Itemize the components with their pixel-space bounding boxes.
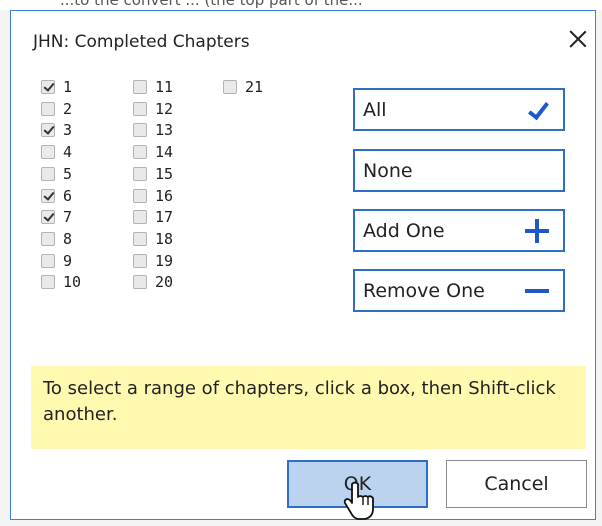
chapter-label: 7	[63, 208, 73, 227]
plus-icon	[525, 218, 549, 243]
add-one-button[interactable]: Add One	[353, 209, 565, 252]
chapter-label: 18	[155, 229, 174, 248]
chapter-label: 3	[63, 121, 73, 140]
checkbox-box[interactable]	[41, 275, 55, 290]
chapter-label: 8	[63, 229, 73, 248]
chapter-checkbox-3[interactable]: 3	[41, 120, 72, 140]
checkbox-box[interactable]	[133, 80, 147, 94]
chapter-checkbox-18[interactable]: 18	[133, 229, 173, 249]
cancel-button[interactable]: Cancel	[446, 460, 587, 508]
background-text: ...to the convert ... (the top part of t…	[60, 0, 363, 9]
all-button[interactable]: All	[353, 88, 565, 131]
checkbox-box[interactable]	[133, 123, 147, 138]
chapter-label: 4	[63, 143, 73, 162]
chapter-checkbox-11[interactable]: 11	[133, 77, 173, 97]
checkbox-box[interactable]	[133, 275, 147, 290]
chapter-checkbox-10[interactable]: 10	[41, 272, 81, 292]
minus-icon	[525, 288, 549, 293]
chapter-label: 5	[63, 164, 73, 183]
background-window-strip: ...to the convert ... (the top part of t…	[0, 0, 602, 10]
all-button-label: All	[363, 98, 387, 121]
completed-chapters-dialog: JHN: Completed Chapters 1 2 3 4 5 6 7 8 9 10 11 12 1…	[10, 10, 596, 520]
chapter-checkbox-16[interactable]: 16	[133, 186, 173, 206]
hand-pointer-icon	[343, 481, 374, 520]
chapter-checkbox-20[interactable]: 20	[133, 272, 173, 292]
chapter-label: 19	[155, 251, 174, 270]
checkbox-box[interactable]	[41, 80, 55, 94]
checkbox-box[interactable]	[223, 80, 237, 94]
dialog-title: JHN: Completed Chapters	[33, 32, 250, 52]
checkbox-box[interactable]	[133, 166, 147, 181]
chapter-label: 16	[155, 186, 174, 205]
chapter-label: 10	[63, 273, 82, 292]
none-button-label: None	[363, 159, 413, 182]
checkbox-box[interactable]	[41, 123, 55, 138]
chapter-label: 6	[63, 186, 73, 205]
chapter-label: 1	[63, 78, 73, 96]
checkbox-box[interactable]	[133, 188, 147, 203]
checkbox-box[interactable]	[133, 101, 147, 116]
checkbox-box[interactable]	[41, 253, 55, 268]
chapter-checkbox-6[interactable]: 6	[41, 186, 72, 206]
chapter-label: 14	[155, 143, 174, 162]
chapter-checkbox-12[interactable]: 12	[133, 99, 173, 119]
remove-one-button-label: Remove One	[363, 279, 485, 302]
chapter-checkbox-21[interactable]: 21	[223, 77, 263, 97]
checkbox-box[interactable]	[133, 253, 147, 268]
checkbox-box[interactable]	[41, 145, 55, 160]
chapter-checkbox-8[interactable]: 8	[41, 229, 72, 249]
add-one-button-label: Add One	[363, 219, 445, 242]
checkbox-box[interactable]	[41, 231, 55, 246]
checkbox-box[interactable]	[41, 101, 55, 116]
checkmark-icon	[527, 99, 549, 121]
chapter-label: 11	[155, 78, 174, 96]
checkbox-box[interactable]	[133, 210, 147, 225]
chapter-checkbox-4[interactable]: 4	[41, 142, 72, 162]
none-button[interactable]: None	[353, 149, 565, 192]
chapter-label: 17	[155, 208, 174, 227]
chapter-label: 15	[155, 164, 174, 183]
checkbox-box[interactable]	[41, 166, 55, 181]
close-icon[interactable]	[564, 25, 592, 53]
chapter-checkbox-1[interactable]: 1	[41, 77, 72, 97]
checkbox-box[interactable]	[133, 145, 147, 160]
chapter-label: 20	[155, 273, 174, 292]
chapter-checkbox-15[interactable]: 15	[133, 164, 173, 184]
checkbox-box[interactable]	[41, 188, 55, 203]
chapter-label: 9	[63, 251, 73, 270]
chapter-checkbox-5[interactable]: 5	[41, 164, 72, 184]
checkbox-box[interactable]	[41, 210, 55, 225]
chapter-checkbox-7[interactable]: 7	[41, 207, 72, 227]
chapter-checkbox-19[interactable]: 19	[133, 251, 173, 271]
chapter-checkbox-14[interactable]: 14	[133, 142, 173, 162]
hint-box: To select a range of chapters, click a b…	[31, 366, 586, 449]
chapter-label: 21	[245, 78, 264, 96]
chapter-checkbox-2[interactable]: 2	[41, 99, 72, 119]
chapter-label: 12	[155, 99, 174, 118]
chapter-checkbox-13[interactable]: 13	[133, 120, 173, 140]
chapter-checkbox-17[interactable]: 17	[133, 207, 173, 227]
chapter-label: 2	[63, 99, 73, 118]
checkbox-box[interactable]	[133, 231, 147, 246]
remove-one-button[interactable]: Remove One	[353, 269, 565, 312]
chapter-label: 13	[155, 121, 174, 140]
chapter-checkbox-9[interactable]: 9	[41, 251, 72, 271]
